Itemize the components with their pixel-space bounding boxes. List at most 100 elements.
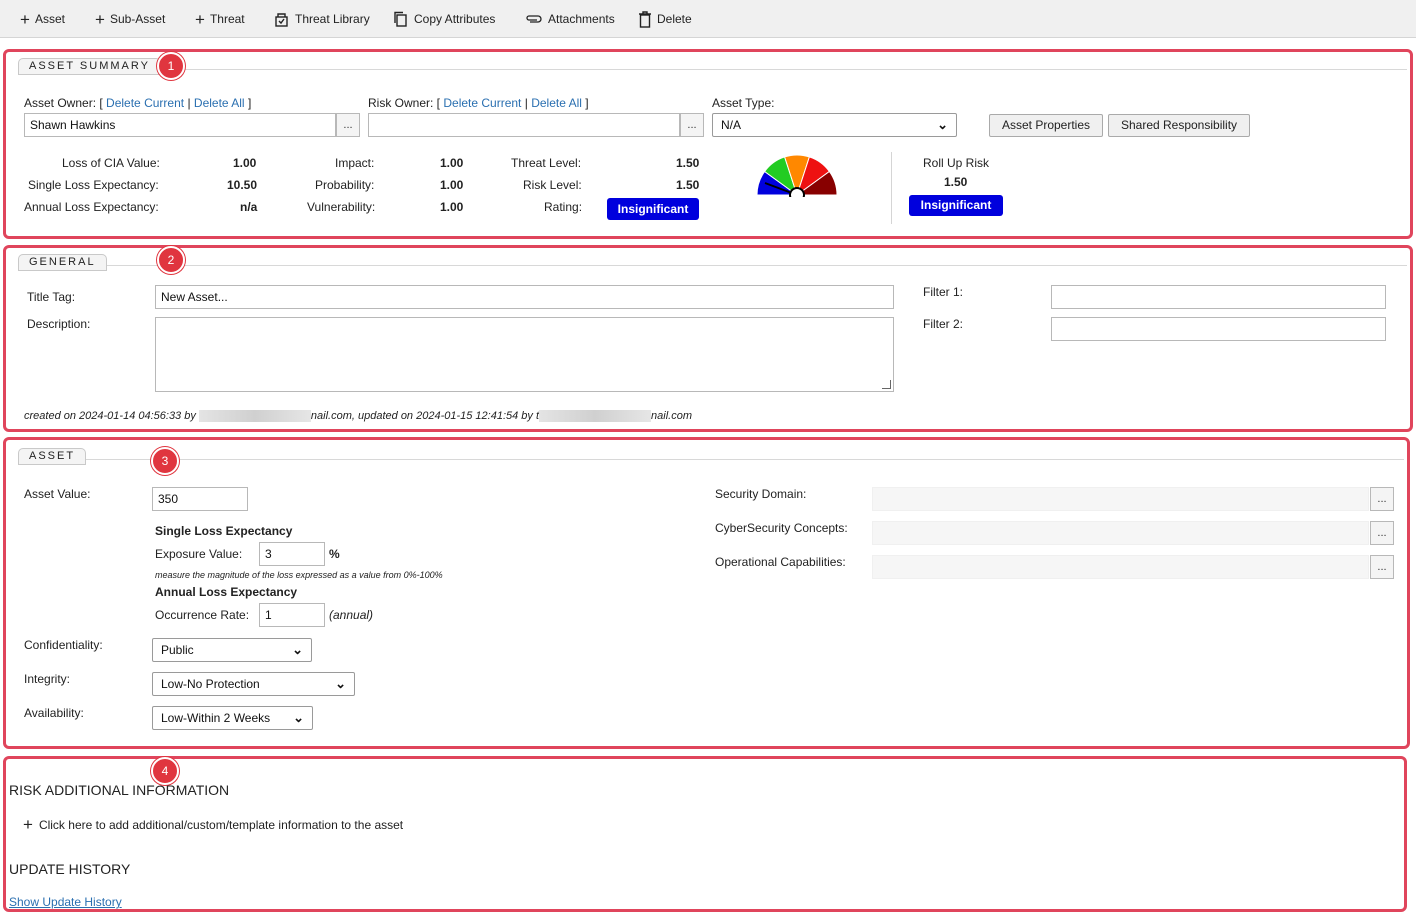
occurrence-label: Occurrence Rate: (155, 608, 250, 622)
annotation-marker-1: 1 (157, 52, 185, 80)
operational-capabilities-input[interactable] (872, 555, 1369, 579)
attachments-label: Attachments (548, 12, 615, 26)
operational-capabilities-picker-button[interactable]: ... (1370, 555, 1394, 579)
sle-value: 10.50 (227, 178, 258, 192)
asset-value-input[interactable]: 350 (152, 487, 248, 511)
asset-legend: ASSET (18, 448, 87, 465)
description-label: Description: (27, 317, 91, 331)
description-textarea[interactable] (155, 317, 894, 392)
add-threat-label: Threat (209, 12, 245, 26)
delete-button[interactable]: Delete (638, 0, 692, 38)
confidentiality-label: Confidentiality: (24, 638, 103, 652)
threat-library-button[interactable]: Threat Library (273, 0, 370, 38)
vulnerability-label: Vulnerability: (307, 200, 376, 214)
asset-type-select[interactable]: N/A ⌄ (712, 113, 957, 137)
asset-owner-input[interactable]: Shawn Hawkins (24, 113, 336, 137)
operational-capabilities-label: Operational Capabilities: (715, 555, 846, 569)
ale-heading: Annual Loss Expectancy (155, 585, 298, 599)
plus-icon: + (20, 9, 30, 29)
add-sub-asset-button[interactable]: + Sub-Asset (95, 0, 165, 38)
annual-label: (annual) (329, 608, 374, 622)
add-asset-button[interactable]: + Asset (20, 0, 65, 38)
threat-level-label: Threat Level: (511, 156, 582, 170)
title-tag-input[interactable]: New Asset... (155, 285, 894, 309)
filter1-input[interactable] (1051, 285, 1386, 309)
attachments-button[interactable]: Attachments (525, 0, 615, 38)
security-domain-picker-button[interactable]: ... (1370, 487, 1394, 511)
additional-section: 4 RISK ADDITIONAL INFORMATION + Click he… (3, 756, 1407, 912)
redacted-email (539, 410, 652, 423)
copy-attributes-button[interactable]: Copy Attributes (392, 0, 495, 38)
chevron-down-icon: ⌄ (293, 710, 304, 725)
rollup-risk-value: 1.50 (944, 175, 968, 189)
ale-value: n/a (240, 200, 258, 214)
filter1-label: Filter 1: (923, 285, 964, 299)
shared-responsibility-button[interactable]: Shared Responsibility (1108, 114, 1250, 137)
availability-value: Low-Within 2 Weeks (161, 711, 271, 725)
integrity-label: Integrity: (24, 672, 71, 686)
security-domain-input[interactable] (872, 487, 1369, 511)
paperclip-icon (525, 13, 543, 25)
record-metadata: created on 2024-01-14 04:56:33 by nail.c… (24, 410, 693, 423)
asset-owner-picker-button[interactable]: ... (336, 113, 360, 137)
annotation-marker-3: 3 (151, 447, 179, 475)
occurrence-input[interactable]: 1 (259, 603, 325, 627)
risk-owner-label: Risk Owner: [ (368, 96, 441, 110)
availability-label: Availability: (24, 706, 84, 720)
chevron-down-icon: ⌄ (335, 676, 346, 691)
add-sub-asset-label: Sub-Asset (109, 12, 166, 26)
general-legend: GENERAL (18, 254, 107, 271)
probability-label: Probability: (315, 178, 375, 192)
asset-type-value: N/A (721, 118, 742, 132)
cyber-concepts-input[interactable] (872, 521, 1369, 545)
risk-additional-heading: RISK ADDITIONAL INFORMATION (9, 782, 230, 798)
toolbar: + Asset + Sub-Asset + Threat Threat Libr… (0, 0, 1416, 38)
cyber-concepts-picker-button[interactable]: ... (1370, 521, 1394, 545)
delete-label: Delete (657, 12, 692, 26)
sle-label: Single Loss Expectancy: (28, 178, 159, 192)
asset-section: ASSET 3 Asset Value: 350 Single Loss Exp… (3, 437, 1410, 749)
trash-icon (638, 10, 652, 28)
add-additional-info-button[interactable]: + Click here to add additional/custom/te… (23, 816, 403, 833)
exposure-input[interactable]: 3 (259, 542, 325, 566)
plus-icon: + (195, 9, 205, 29)
availability-select[interactable]: Low-Within 2 Weeks ⌄ (152, 706, 313, 730)
annotation-marker-4: 4 (151, 757, 179, 785)
title-tag-label: Title Tag: (27, 290, 76, 304)
asset-owner-row: Asset Owner: [ Delete Current | Delete A… (24, 96, 252, 110)
plus-icon: + (95, 9, 105, 29)
chevron-down-icon: ⌄ (937, 117, 948, 132)
risk-owner-delete-current-link[interactable]: Delete Current (443, 96, 521, 110)
confidentiality-select[interactable]: Public ⌄ (152, 638, 312, 662)
sle-heading: Single Loss Expectancy (155, 524, 293, 538)
integrity-value: Low-No Protection (161, 677, 260, 691)
risk-owner-input[interactable] (368, 113, 680, 137)
probability-value: 1.00 (440, 178, 464, 192)
rollup-rating-badge: Insignificant (909, 195, 1003, 216)
redacted-email (198, 410, 311, 423)
general-section: GENERAL 2 Title Tag: New Asset... Descri… (3, 245, 1413, 432)
rating-badge: Insignificant (607, 198, 699, 220)
chevron-down-icon: ⌄ (292, 642, 303, 657)
asset-properties-button[interactable]: Asset Properties (989, 114, 1103, 137)
risk-owner-delete-all-link[interactable]: Delete All (531, 96, 582, 110)
show-update-history-link[interactable]: Show Update History (9, 895, 122, 909)
integrity-select[interactable]: Low-No Protection ⌄ (152, 672, 355, 696)
loss-cia-value: 1.00 (233, 156, 257, 170)
risk-level-value: 1.50 (676, 178, 700, 192)
resize-handle-icon[interactable] (882, 380, 891, 389)
asset-owner-delete-all-link[interactable]: Delete All (194, 96, 245, 110)
asset-summary-legend: ASSET SUMMARY (18, 58, 161, 75)
risk-gauge-icon (756, 154, 838, 197)
filter2-label: Filter 2: (923, 317, 964, 331)
rollup-risk-label: Roll Up Risk (923, 156, 990, 170)
filter2-input[interactable] (1051, 317, 1386, 341)
threat-level-value: 1.50 (676, 156, 700, 170)
threat-library-label: Threat Library (295, 12, 370, 26)
exposure-label: Exposure Value: (155, 547, 243, 561)
asset-summary-section: ASSET SUMMARY 1 Asset Owner: [ Delete Cu… (3, 49, 1413, 239)
risk-owner-picker-button[interactable]: ... (680, 113, 704, 137)
add-threat-button[interactable]: + Threat (195, 0, 245, 38)
asset-owner-delete-current-link[interactable]: Delete Current (106, 96, 184, 110)
library-icon (273, 11, 290, 28)
